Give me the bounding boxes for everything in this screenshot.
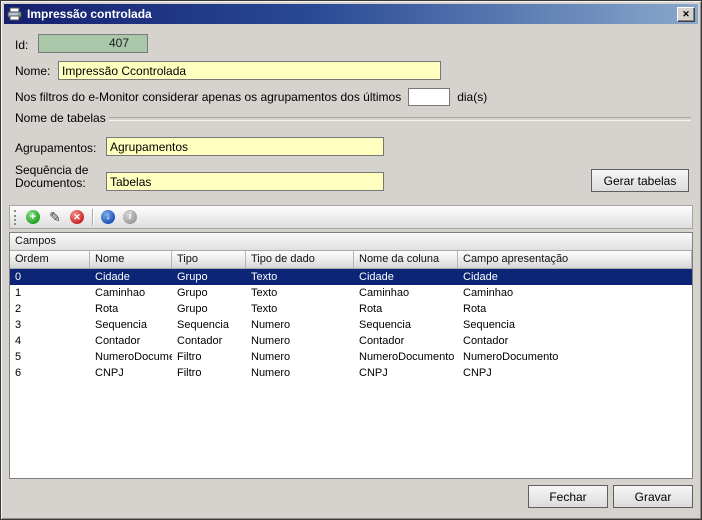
table-cell: Numero — [246, 349, 354, 365]
arrow-down-icon: ↓ — [101, 210, 115, 224]
delete-button[interactable]: ✕ — [66, 207, 88, 227]
nome-input[interactable] — [58, 61, 441, 80]
table-row[interactable]: 0CidadeGrupoTextoCidadeCidade — [10, 269, 692, 285]
dialog-impressao-controlada: Impressão controlada ✕ Id: 407 Nome: Nos… — [0, 0, 702, 520]
table-cell: Grupo — [172, 285, 246, 301]
table-cell: Contador — [172, 333, 246, 349]
table-cell: Caminhao — [354, 285, 458, 301]
toolbar-separator — [92, 209, 93, 225]
table-cell: Texto — [246, 269, 354, 285]
table-cell: Cidade — [90, 269, 172, 285]
column-header-3[interactable]: Tipo de dado — [246, 251, 354, 268]
table-cell: Filtro — [172, 349, 246, 365]
table-cell: Rota — [458, 301, 692, 317]
table-cell: Grupo — [172, 269, 246, 285]
printer-icon — [7, 7, 22, 22]
table-cell: Contador — [90, 333, 172, 349]
sequencia-documentos-label: Sequência de Documentos: — [15, 164, 105, 190]
campos-grid: Campos OrdemNomeTipoTipo de dadoNome da … — [9, 232, 693, 479]
toolbar-grip[interactable] — [14, 210, 18, 225]
title-bar[interactable]: Impressão controlada ✕ — [4, 4, 698, 24]
table-cell: Cidade — [354, 269, 458, 285]
table-cell: Contador — [354, 333, 458, 349]
grid-caption: Campos — [10, 233, 692, 251]
table-cell: Numero — [246, 333, 354, 349]
group-divider — [109, 117, 691, 121]
pencil-icon: ✎ — [49, 210, 61, 224]
add-button[interactable]: + — [22, 207, 44, 227]
table-cell: 1 — [10, 285, 90, 301]
table-cell: 5 — [10, 349, 90, 365]
table-cell: 4 — [10, 333, 90, 349]
id-field: 407 — [38, 34, 148, 53]
table-row[interactable]: 5NumeroDocume...FiltroNumeroNumeroDocume… — [10, 349, 692, 365]
grid-body: 0CidadeGrupoTextoCidadeCidade1CaminhaoGr… — [10, 269, 692, 381]
sequencia-documentos-input[interactable] — [106, 172, 384, 191]
column-header-2[interactable]: Tipo — [172, 251, 246, 268]
table-cell: NumeroDocumento — [458, 349, 692, 365]
table-cell: Filtro — [172, 365, 246, 381]
table-cell: Caminhao — [458, 285, 692, 301]
gerar-tabelas-button[interactable]: Gerar tabelas — [591, 169, 689, 192]
table-cell: NumeroDocume... — [90, 349, 172, 365]
table-cell: Sequencia — [458, 317, 692, 333]
agrupamentos-label: Agrupamentos: — [15, 141, 96, 155]
table-cell: Grupo — [172, 301, 246, 317]
table-cell: Cidade — [458, 269, 692, 285]
gravar-button[interactable]: Gravar — [613, 485, 693, 508]
agrupamentos-input[interactable] — [106, 137, 384, 156]
detail-button[interactable]: ↓ — [97, 207, 119, 227]
info-icon: i — [123, 210, 137, 224]
table-cell: Rota — [354, 301, 458, 317]
filter-text: Nos filtros do e-Monitor considerar apen… — [15, 90, 401, 104]
table-cell: CNPJ — [354, 365, 458, 381]
column-header-1[interactable]: Nome — [90, 251, 172, 268]
days-suffix-label: dia(s) — [457, 90, 487, 104]
table-cell: 2 — [10, 301, 90, 317]
filter-row: Nos filtros do e-Monitor considerar apen… — [15, 88, 487, 106]
close-button[interactable]: ✕ — [677, 7, 695, 22]
close-icon: ✕ — [682, 9, 690, 19]
table-cell: Rota — [90, 301, 172, 317]
table-cell: 3 — [10, 317, 90, 333]
table-cell: Caminhao — [90, 285, 172, 301]
table-cell: CNPJ — [458, 365, 692, 381]
table-cell: Numero — [246, 365, 354, 381]
table-cell: 0 — [10, 269, 90, 285]
column-header-0[interactable]: Ordem — [10, 251, 90, 268]
table-cell: Contador — [458, 333, 692, 349]
table-row[interactable]: 6CNPJFiltroNumeroCNPJCNPJ — [10, 365, 692, 381]
table-cell: Sequencia — [354, 317, 458, 333]
nome-label: Nome: — [15, 64, 50, 78]
days-input[interactable] — [408, 88, 450, 106]
table-cell: CNPJ — [90, 365, 172, 381]
table-cell: Texto — [246, 301, 354, 317]
id-label: Id: — [15, 38, 28, 52]
edit-button[interactable]: ✎ — [44, 207, 66, 227]
table-row[interactable]: 3SequenciaSequenciaNumeroSequenciaSequen… — [10, 317, 692, 333]
tables-group-title: Nome de tabelas — [15, 111, 106, 125]
add-icon: + — [26, 210, 40, 224]
table-cell: NumeroDocumento — [354, 349, 458, 365]
table-row[interactable]: 2RotaGrupoTextoRotaRota — [10, 301, 692, 317]
table-row[interactable]: 1CaminhaoGrupoTextoCaminhaoCaminhao — [10, 285, 692, 301]
table-cell: 6 — [10, 365, 90, 381]
column-header-5[interactable]: Campo apresentação — [458, 251, 692, 268]
fechar-button[interactable]: Fechar — [528, 485, 608, 508]
grid-header-row: OrdemNomeTipoTipo de dadoNome da colunaC… — [10, 251, 692, 269]
table-row[interactable]: 4ContadorContadorNumeroContadorContador — [10, 333, 692, 349]
table-cell: Texto — [246, 285, 354, 301]
column-header-4[interactable]: Nome da coluna — [354, 251, 458, 268]
table-cell: Sequencia — [172, 317, 246, 333]
table-cell: Numero — [246, 317, 354, 333]
grid-toolbar: + ✎ ✕ ↓ i — [9, 205, 693, 229]
table-cell: Sequencia — [90, 317, 172, 333]
info-button[interactable]: i — [119, 207, 141, 227]
window-title: Impressão controlada — [27, 7, 677, 21]
delete-icon: ✕ — [70, 210, 84, 224]
